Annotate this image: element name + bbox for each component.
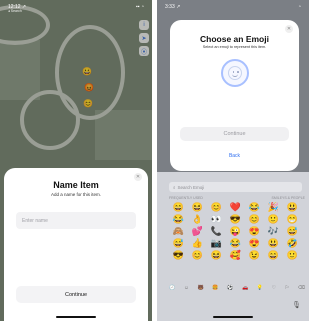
name-input[interactable] xyxy=(16,212,136,229)
smile-shape xyxy=(231,73,238,77)
emoji-category-icon[interactable]: ⚽ xyxy=(227,285,233,291)
search-icon: ⌕ xyxy=(173,184,176,190)
emoji-category-icon[interactable]: 🍔 xyxy=(212,285,218,291)
emoji-key[interactable]: 👌 xyxy=(188,213,207,225)
emoji-key[interactable]: 😎 xyxy=(226,213,245,225)
emoji-category-icon[interactable]: 💡 xyxy=(257,285,263,291)
emoji-key[interactable]: 😁 xyxy=(283,213,302,225)
home-indicator xyxy=(56,316,96,318)
emoji-key[interactable]: 😊 xyxy=(188,249,207,261)
emoji-key[interactable]: 😊 xyxy=(245,213,264,225)
emoji-key[interactable]: 😆 xyxy=(188,201,207,213)
smiley-outline-icon xyxy=(227,66,242,80)
emoji-category-headers: Frequently Used Smileys & People xyxy=(169,196,305,200)
emoji-key[interactable]: 🙂 xyxy=(264,213,283,225)
emoji-search-placeholder: Search Emoji xyxy=(177,184,205,190)
back-to-search-link[interactable]: ◂ Search xyxy=(8,9,22,13)
emoji-search-field[interactable]: ⌕ Search Emoji xyxy=(169,182,302,192)
emoji-preview-placeholder[interactable] xyxy=(220,59,249,87)
sheet-title: Choose an Emoji xyxy=(200,34,269,44)
emoji-key[interactable]: 😃 xyxy=(264,237,283,249)
emoji-key[interactable]: 😂 xyxy=(226,237,245,249)
sheet-subtitle: Select an emoji to represent this item. xyxy=(202,45,267,49)
emoji-key[interactable]: 🥰 xyxy=(226,249,245,261)
emoji-key[interactable]: 🤣 xyxy=(283,237,302,249)
emoji-key[interactable]: 😍 xyxy=(245,237,264,249)
status-time: 3:33 ↗ xyxy=(165,4,181,10)
status-bar: 12:12 ↗ ▪▪ ◔ xyxy=(0,0,152,14)
emoji-key[interactable]: 😜 xyxy=(226,225,245,237)
emoji-grid: 😄 😆 😊 ❤️ 😂 🎉 😃 😂 👌 👀 😎 😊 🙂 😁 🙈 💕 📞 😜 😍 🎶 😅 😅 👍 📷 😂 😍 😃 🤣 😎 😊 😆 🥰 😉 😄 🙂 xyxy=(169,201,309,261)
status-icons: ▪▪ ◔ xyxy=(136,4,144,10)
emoji-key[interactable]: 🙂 xyxy=(283,249,302,261)
emoji-key[interactable]: 😎 xyxy=(169,249,188,261)
left-phone-screen: 😀 😡 😊 i ➤ ⦿ 12:12 ↗ ▪▪ ◔ ◂ Search ✕ Name… xyxy=(0,0,152,321)
choose-emoji-sheet: ✕ Choose an Emoji Select an emoji to rep… xyxy=(170,20,299,171)
continue-button[interactable]: Continue xyxy=(16,286,136,303)
emoji-category-icon[interactable]: ☺ xyxy=(184,285,189,291)
emoji-category-bar: 🕘 ☺ 🐻 🍔 ⚽ 🚗 💡 ♡ ⚐ ⌫ xyxy=(169,285,305,291)
emoji-key[interactable]: 😆 xyxy=(207,249,226,261)
emoji-category-icon[interactable]: ♡ xyxy=(272,285,276,291)
emoji-key[interactable]: 😊 xyxy=(207,201,226,213)
emoji-key[interactable]: 👍 xyxy=(188,237,207,249)
emoji-category-icon[interactable]: ⌫ xyxy=(298,285,305,291)
back-button[interactable]: Back xyxy=(170,153,299,159)
close-icon[interactable]: ✕ xyxy=(285,25,293,33)
emoji-key[interactable]: 😂 xyxy=(245,201,264,213)
right-phone-screen: 3:33 ↗ ◔ ✕ Choose an Emoji Select an emo… xyxy=(157,0,309,321)
home-indicator xyxy=(213,316,253,318)
emoji-key[interactable]: 😃 xyxy=(283,201,302,213)
emoji-key[interactable]: 🙈 xyxy=(169,225,188,237)
emoji-key[interactable]: 📷 xyxy=(207,237,226,249)
category-label: Frequently Used xyxy=(169,196,203,200)
emoji-keyboard: ⌕ Search Emoji Frequently Used Smileys &… xyxy=(157,174,309,321)
emoji-key[interactable]: 😍 xyxy=(245,225,264,237)
emoji-key[interactable]: 😂 xyxy=(169,213,188,225)
emoji-key[interactable]: 😄 xyxy=(264,249,283,261)
emoji-category-icon[interactable]: ⚐ xyxy=(285,285,289,291)
status-bar: 3:33 ↗ ◔ xyxy=(157,0,309,14)
emoji-key[interactable]: 👀 xyxy=(207,213,226,225)
microphone-icon[interactable]: 🎙 xyxy=(292,301,301,309)
category-label: Smileys & People xyxy=(271,196,305,200)
sheet-subtitle: Add a name for this item. xyxy=(50,192,102,197)
emoji-key[interactable]: 🎶 xyxy=(264,225,283,237)
emoji-key[interactable]: 💕 xyxy=(188,225,207,237)
emoji-category-icon[interactable]: 🚗 xyxy=(242,285,248,291)
emoji-key[interactable]: 🎉 xyxy=(264,201,283,213)
status-icons: ◔ xyxy=(297,4,301,10)
name-item-sheet: ✕ Name Item Add a name for this item. Co… xyxy=(4,168,148,321)
continue-button-disabled[interactable]: Continue xyxy=(180,127,289,141)
emoji-key[interactable]: 😄 xyxy=(169,201,188,213)
sheet-title: Name Item xyxy=(53,180,99,190)
emoji-category-icon[interactable]: 🕘 xyxy=(169,285,175,291)
emoji-key[interactable]: 😅 xyxy=(169,237,188,249)
emoji-key[interactable]: 📞 xyxy=(207,225,226,237)
emoji-key[interactable]: 😅 xyxy=(283,225,302,237)
emoji-key[interactable]: ❤️ xyxy=(226,201,245,213)
emoji-category-icon[interactable]: 🐻 xyxy=(198,285,204,291)
emoji-key[interactable]: 😉 xyxy=(245,249,264,261)
